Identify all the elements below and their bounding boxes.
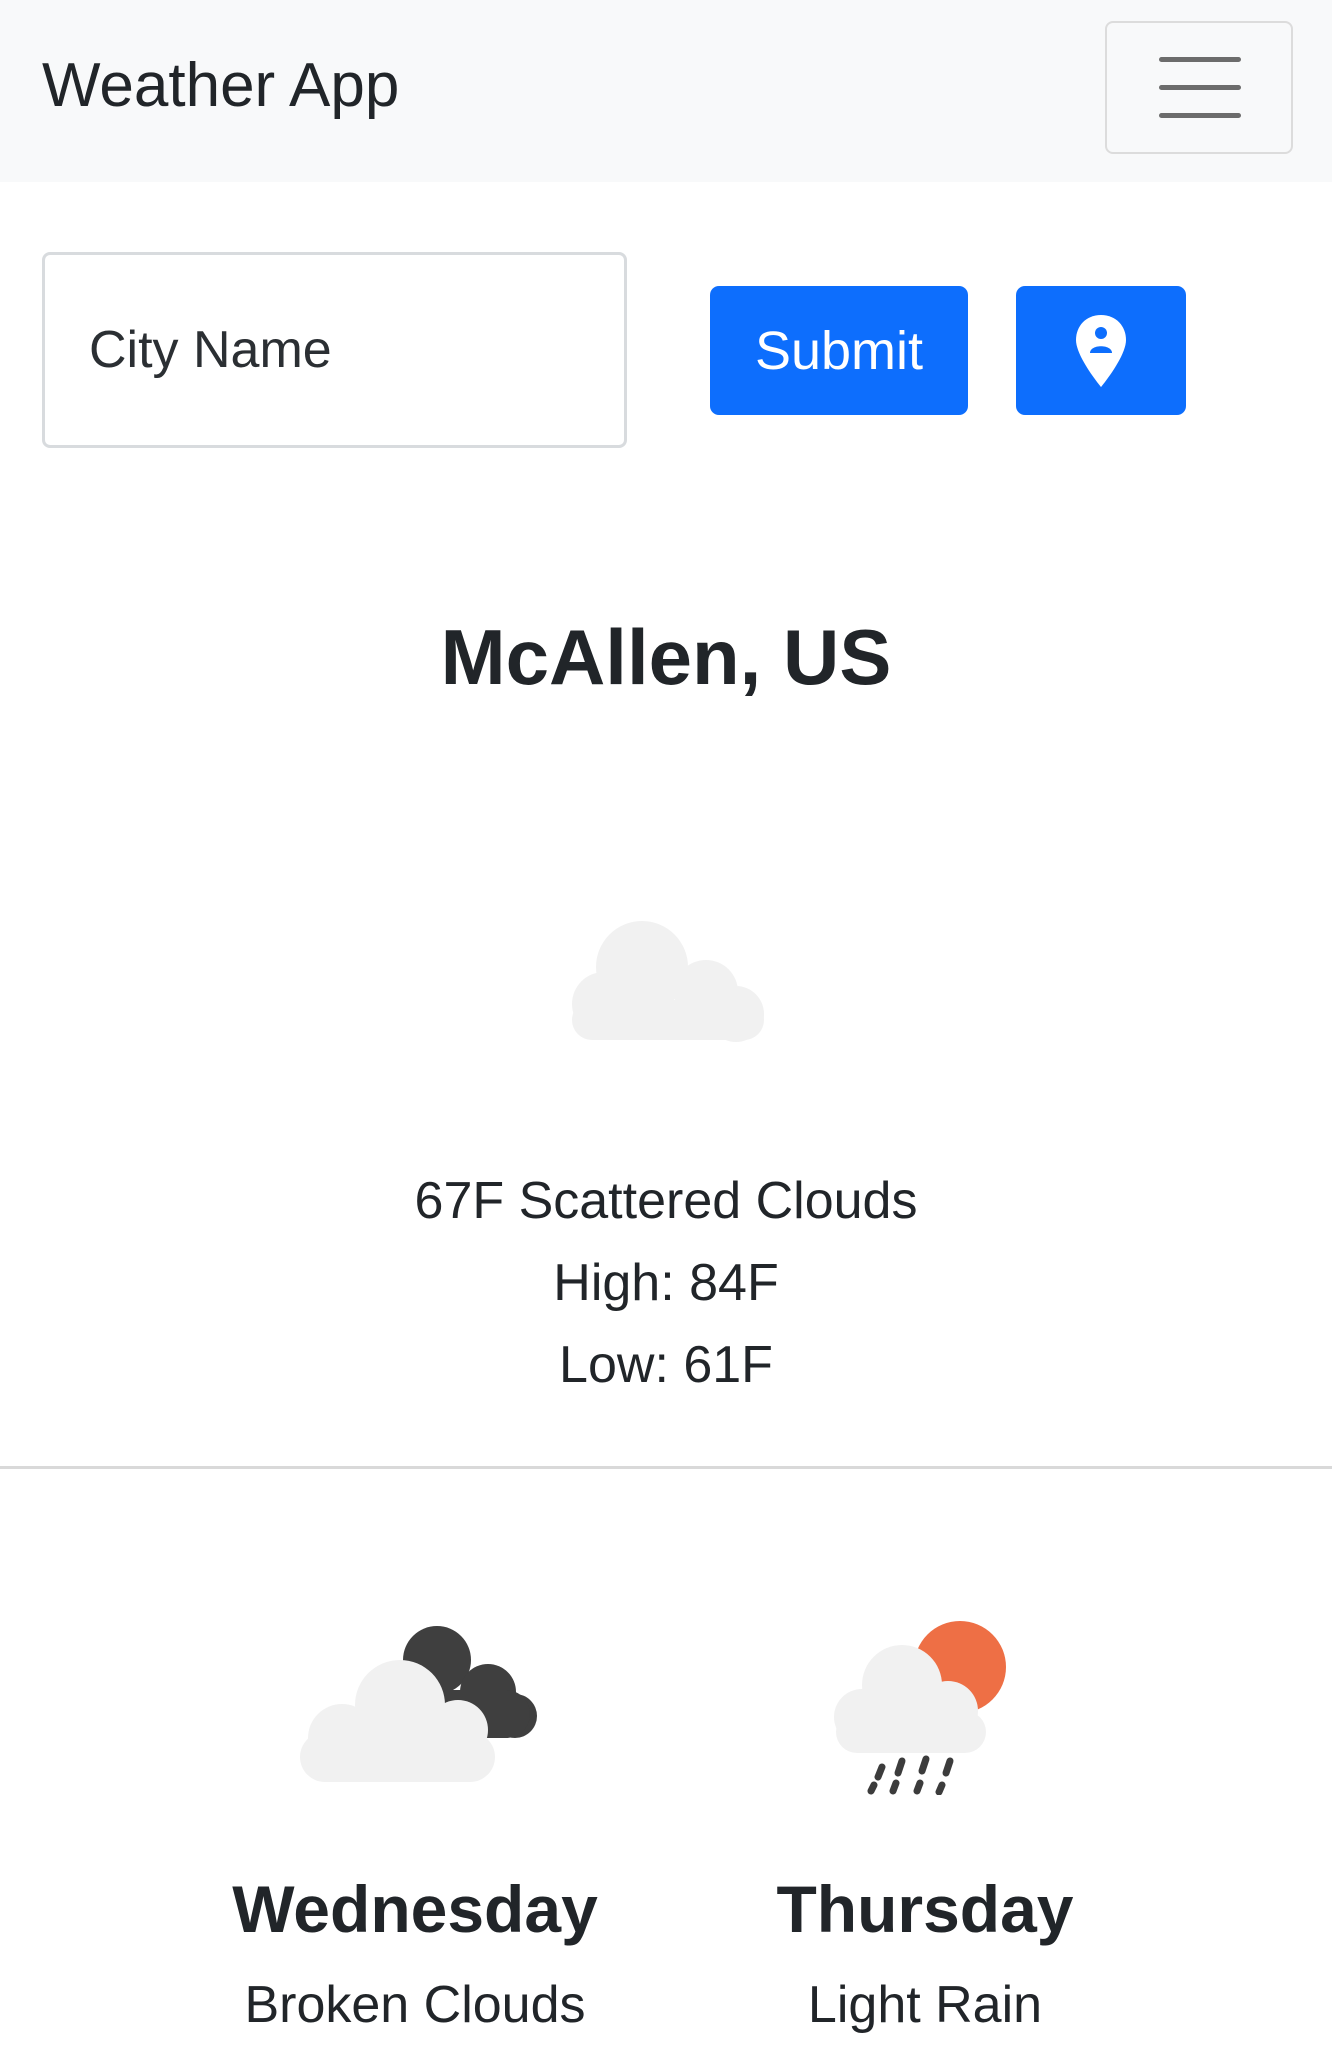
broken-clouds-icon: [290, 1620, 540, 1795]
menu-toggle-button[interactable]: [1105, 21, 1293, 154]
current-conditions: 67F Scattered Clouds High: 84F Low: 61F: [0, 1160, 1332, 1406]
scattered-clouds-icon: [560, 912, 772, 1057]
current-summary: 67F Scattered Clouds: [414, 1172, 918, 1230]
city-title: McAllen, US: [440, 613, 892, 701]
hamburger-icon: [1159, 113, 1241, 118]
forecast-day-wednesday: Wednesday: [232, 1872, 598, 1946]
forecast-desc-thursday: Light Rain: [807, 1976, 1043, 2034]
current-high: High: 84F: [553, 1254, 779, 1312]
hamburger-icon: [1159, 85, 1241, 90]
city-name-input[interactable]: [42, 252, 627, 448]
map-marker-icon: [1076, 314, 1126, 387]
location-button[interactable]: [1016, 286, 1186, 415]
divider: [0, 1466, 1332, 1469]
current-low: Low: 61F: [559, 1336, 773, 1394]
forecast-desc-wednesday: Broken Clouds: [244, 1976, 586, 2034]
submit-button[interactable]: Submit: [710, 286, 968, 415]
hamburger-icon: [1159, 57, 1241, 62]
light-rain-icon: [830, 1615, 1020, 1800]
navbar: Weather App: [0, 0, 1332, 182]
navbar-brand[interactable]: Weather App: [42, 50, 399, 122]
forecast-day-thursday: Thursday: [776, 1872, 1074, 1946]
